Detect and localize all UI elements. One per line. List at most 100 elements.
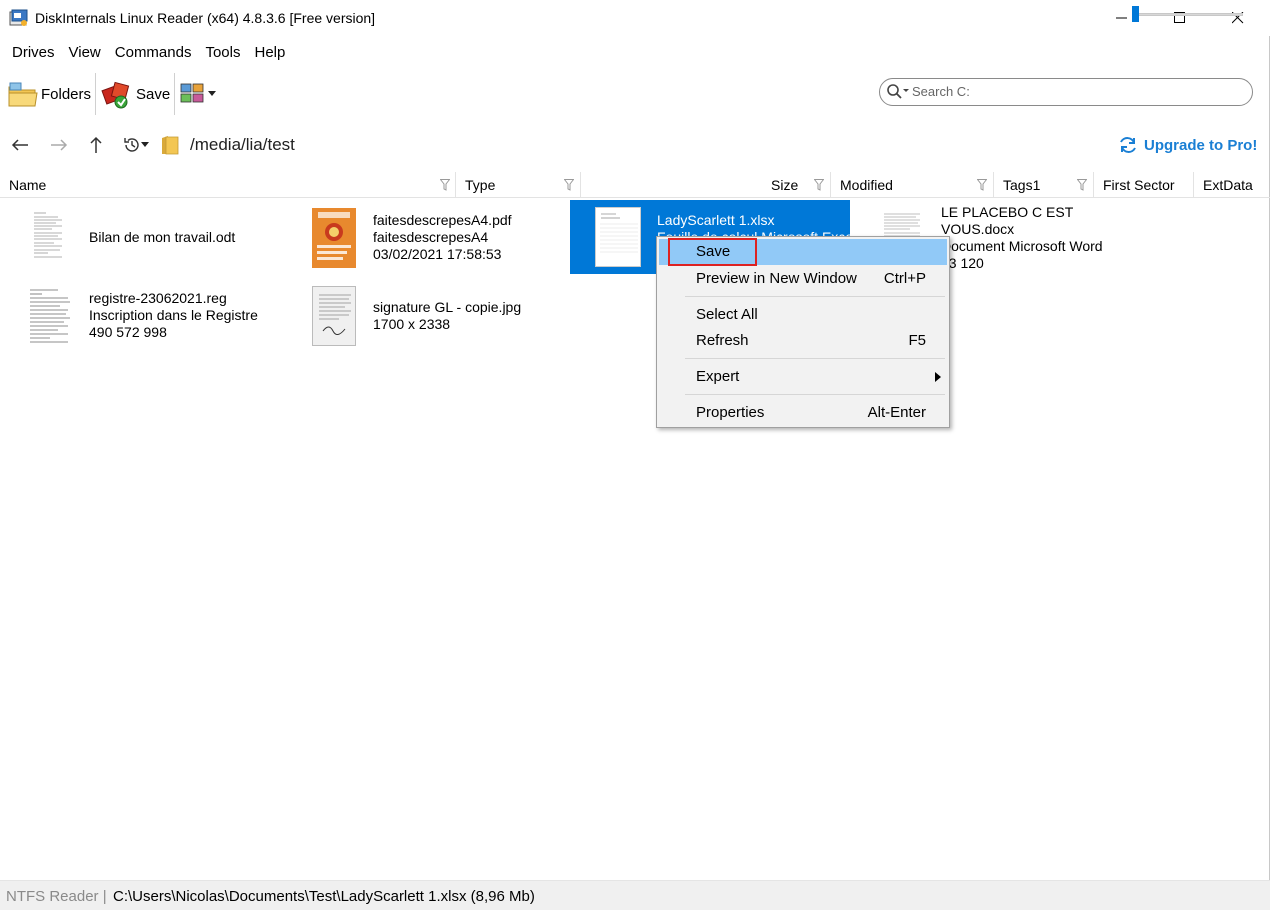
filter-icon[interactable] [977, 179, 987, 191]
menu-item-label: Refresh [696, 332, 749, 349]
app-icon [9, 9, 28, 26]
thumbnails-icon [180, 83, 204, 103]
file-item[interactable]: registre-23062021.reg Inscription dans l… [8, 282, 278, 348]
column-extdata[interactable]: ExtData [1194, 172, 1270, 198]
column-first-sector[interactable]: First Sector [1094, 172, 1194, 198]
arrow-right-icon [51, 139, 68, 151]
menu-separator [685, 394, 945, 395]
maximize-button[interactable] [1151, 0, 1209, 36]
upgrade-link[interactable]: Upgrade to Pro! [1118, 135, 1257, 155]
annotation-highlight-box [668, 238, 757, 266]
status-path: C:\Users\Nicolas\Documents\Test\LadyScar… [113, 888, 535, 905]
status-reader-label: NTFS Reader | [6, 888, 107, 905]
folders-label: Folders [41, 85, 92, 103]
file-name: registre-23062021.reg [89, 290, 227, 306]
menu-help[interactable]: Help [248, 40, 293, 66]
filter-icon[interactable] [1077, 179, 1087, 191]
folders-icon [8, 82, 38, 107]
title-bar: DiskInternals Linux Reader (x64) 4.8.3.6… [0, 0, 1270, 36]
save-button[interactable]: Save [101, 76, 170, 112]
toolbar-separator [95, 73, 96, 115]
chevron-down-icon [208, 91, 216, 96]
refresh-icon [1120, 137, 1136, 153]
menu-item-label: Expert [696, 368, 740, 385]
toolbar-separator [174, 73, 175, 115]
column-tags1[interactable]: Tags1 [994, 172, 1094, 198]
zoom-slider-thumb[interactable] [1132, 6, 1139, 22]
window-title: DiskInternals Linux Reader (x64) 4.8.3.6… [35, 10, 376, 26]
view-mode-button[interactable] [180, 76, 216, 112]
zoom-slider-track[interactable] [1135, 13, 1243, 16]
close-button[interactable] [1209, 0, 1267, 36]
menu-commands[interactable]: Commands [108, 40, 199, 66]
column-label: Modified [840, 177, 893, 193]
filter-icon[interactable] [564, 179, 574, 191]
upgrade-label: Upgrade to Pro! [1144, 136, 1258, 154]
menu-item-shortcut: F5 [908, 332, 926, 349]
menu-item-label: Preview in New Window [696, 270, 857, 287]
submenu-arrow-icon [935, 372, 941, 382]
menu-drives[interactable]: Drives [0, 40, 62, 66]
filter-icon[interactable] [440, 179, 450, 191]
minimize-icon [1116, 17, 1127, 19]
menu-separator [685, 296, 945, 297]
file-name: faitesdescrepesA4.pdf [373, 212, 512, 228]
menu-item-preview[interactable]: Preview in New Window Ctrl+P [659, 266, 947, 292]
file-thumbnail [312, 286, 356, 346]
status-bar: NTFS Reader | C:\Users\Nicolas\Documents… [0, 880, 1270, 910]
menu-item-refresh[interactable]: Refresh F5 [659, 328, 947, 354]
file-name: Bilan de mon travail.odt [89, 229, 236, 245]
search-icon [887, 84, 909, 99]
history-icon [124, 138, 139, 152]
toolbar: Folders Save [0, 70, 1270, 118]
column-label: Name [9, 177, 47, 193]
menu-item-shortcut: Alt-Enter [867, 404, 926, 421]
folders-button[interactable]: Folders [7, 76, 91, 112]
menu-item-properties[interactable]: Properties Alt-Enter [659, 400, 947, 426]
file-type: Inscription dans le Registre [89, 307, 258, 323]
file-item[interactable]: faitesdescrepesA4.pdf faitesdescrepesA4 … [290, 202, 560, 272]
column-type[interactable]: Type [456, 172, 581, 198]
file-item[interactable]: signature GL - copie.jpg 1700 x 2338 [290, 282, 560, 348]
column-modified[interactable]: Modified [831, 172, 994, 198]
folder-icon [162, 136, 179, 155]
file-name: signature GL - copie.jpg [373, 299, 522, 315]
forward-button[interactable] [48, 134, 70, 156]
file-thumbnail [312, 208, 356, 268]
file-type: faitesdescrepesA4 [373, 229, 489, 245]
menu-item-label: Select All [696, 306, 758, 323]
column-label: Tags1 [1003, 177, 1041, 193]
menu-bar: Drives View Commands Tools Help [0, 40, 292, 66]
app-window: DiskInternals Linux Reader (x64) 4.8.3.6… [0, 0, 1270, 910]
column-label: ExtData [1203, 177, 1253, 193]
file-item[interactable]: Bilan de mon travail.odt [8, 202, 278, 272]
filter-icon[interactable] [814, 179, 824, 191]
column-size[interactable]: Size [581, 172, 831, 198]
context-menu: Save Preview in New Window Ctrl+P Select… [656, 236, 950, 428]
minimize-button[interactable] [1093, 0, 1151, 36]
menu-item-shortcut: Ctrl+P [883, 270, 926, 287]
menu-item-select-all[interactable]: Select All [659, 302, 947, 328]
file-name-cont: VOUS.docx [941, 221, 1015, 237]
search-input[interactable] [912, 84, 1232, 99]
column-label: First Sector [1103, 177, 1175, 193]
save-icon [101, 81, 130, 109]
file-thumbnail [595, 207, 641, 267]
back-button[interactable] [9, 134, 31, 156]
search-box[interactable] [879, 78, 1253, 106]
menu-view[interactable]: View [62, 40, 108, 66]
file-size: 490 572 998 [89, 324, 167, 340]
column-name[interactable]: Name [0, 172, 456, 198]
file-type: Document Microsoft Word [941, 238, 1103, 254]
file-dimensions: 1700 x 2338 [373, 316, 451, 332]
up-button[interactable] [85, 134, 107, 156]
menu-item-expert[interactable]: Expert [659, 364, 947, 390]
arrow-left-icon [11, 139, 28, 151]
menu-tools[interactable]: Tools [198, 40, 247, 66]
history-button[interactable] [120, 134, 152, 156]
file-modified: 03/02/2021 17:58:53 [373, 246, 502, 262]
current-path[interactable]: /media/lia/test [190, 135, 295, 155]
column-label: Type [465, 177, 496, 193]
navigation-bar: /media/lia/test Upgrade to Pro! [0, 128, 1270, 162]
file-name: LE PLACEBO C EST [941, 204, 1074, 220]
